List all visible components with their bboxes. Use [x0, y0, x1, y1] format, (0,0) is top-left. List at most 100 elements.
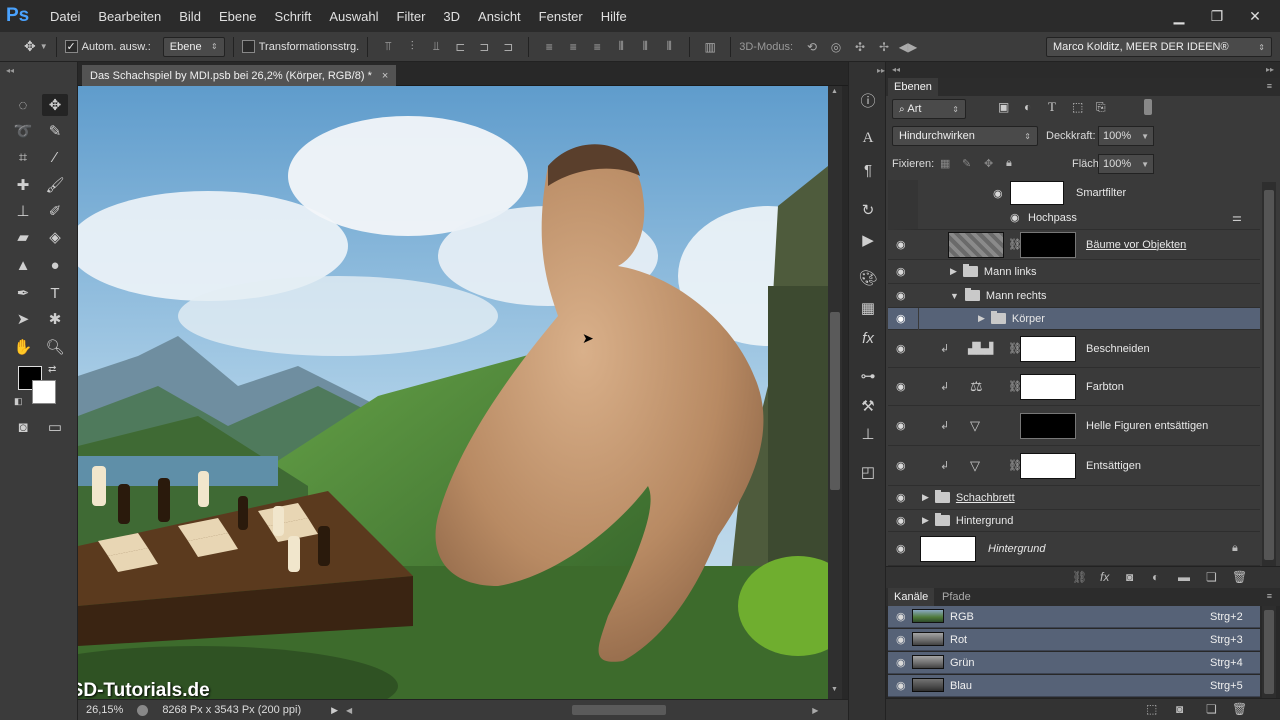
type-tool-icon[interactable]: T	[42, 282, 68, 304]
default-colors-icon[interactable]: ◧	[14, 396, 23, 407]
clone-source-icon[interactable]: ⊥	[858, 424, 878, 444]
layer-row-entsaettigen[interactable]: ◉ ↲ ▽ ⛓ Entsättigen	[888, 446, 1260, 486]
filter-toggle-switch[interactable]	[1144, 99, 1152, 115]
distribute-hcenter-icon[interactable]: ⦀	[636, 39, 654, 55]
layer-row-mann-rechts[interactable]: ◉ ▼ Mann rechts	[888, 284, 1260, 308]
layer-style-icon[interactable]: fx	[1100, 570, 1109, 584]
3d-scale-icon[interactable]: ◀▶	[899, 39, 917, 55]
layer-row-koerper[interactable]: ◉ ▶ Körper	[888, 308, 1260, 330]
collapse-toolbar-icon[interactable]: ◂◂	[6, 66, 14, 75]
eye-icon[interactable]: ◉	[993, 187, 1003, 200]
align-right-icon[interactable]: ⊐	[499, 39, 517, 55]
channel-row-gruen[interactable]: ◉ Grün Strg+4	[888, 652, 1260, 674]
layer-row-helle-figuren[interactable]: ◉ ↲ ▽ Helle Figuren entsättigen	[888, 406, 1260, 446]
styles-panel-icon[interactable]: fx	[858, 328, 878, 348]
3d-rotate-icon[interactable]: ⟲	[803, 39, 821, 55]
3d-slide-icon[interactable]: ✢	[875, 39, 893, 55]
screen-mode-icon[interactable]: ▭	[42, 416, 68, 438]
close-icon[interactable]: ✕	[1240, 6, 1270, 26]
black-white-adjustment-icon[interactable]: ▽	[970, 418, 980, 434]
distribute-vcenter-icon[interactable]: ≡	[564, 39, 582, 55]
auto-select-dropdown[interactable]: Ebene ⇕	[162, 36, 225, 57]
align-top-icon[interactable]: ⫪	[379, 39, 397, 55]
eye-icon[interactable]: ◉	[896, 679, 906, 692]
new-group-icon[interactable]: ▬	[1178, 570, 1190, 584]
dodge-tool-icon[interactable]: ●	[42, 254, 68, 276]
healing-brush-tool-icon[interactable]: ✚	[10, 174, 36, 196]
lock-transparency-icon[interactable]: ▦	[940, 157, 950, 170]
layer-row-hochpass[interactable]: ◉ Hochpass ⚌	[888, 206, 1260, 230]
eye-icon[interactable]: ◉	[896, 342, 906, 355]
expand-triangle-icon[interactable]: ▶	[950, 266, 957, 277]
distribute-top-icon[interactable]: ≡	[540, 39, 558, 55]
color-panel-icon[interactable]: ▦	[858, 298, 878, 318]
tab-kanaele[interactable]: Kanäle	[888, 588, 935, 606]
tool-presets-icon[interactable]: ⚒	[858, 396, 878, 416]
swap-colors-icon[interactable]: ⇄	[48, 364, 56, 375]
filter-shape-icon[interactable]: ⬚	[1072, 100, 1083, 114]
pen-tool-icon[interactable]: ✒	[10, 282, 36, 304]
eye-icon[interactable]: ◉	[896, 419, 906, 432]
layer-row-baeume[interactable]: ◉ ⛓ Bäume vor Objekten	[888, 230, 1260, 260]
eraser-tool-icon[interactable]: ▰	[10, 226, 36, 248]
collapse-strip-icon[interactable]: ▸▸	[877, 66, 885, 75]
eye-icon[interactable]: ◉	[1010, 211, 1020, 224]
move-tool-icon[interactable]: ✥	[42, 94, 68, 116]
layer-mask-thumbnail[interactable]	[1020, 453, 1076, 479]
3d-drag-icon[interactable]: ✣	[851, 39, 869, 55]
filter-adjustment-icon[interactable]: ◐	[1024, 100, 1031, 114]
expand-panels-icon[interactable]: ◂◂	[892, 65, 900, 74]
brush-tool-icon[interactable]: 🖌	[42, 174, 68, 196]
tab-ebenen[interactable]: Ebenen	[888, 78, 938, 96]
crop-tool-icon[interactable]: ⌗	[10, 146, 36, 168]
fill-dropdown-icon[interactable]: ▼	[1141, 160, 1149, 169]
scroll-up-icon[interactable]: ▲	[831, 88, 838, 95]
layer-row-mann-links[interactable]: ◉ ▶ Mann links	[888, 260, 1260, 284]
layer-thumbnail[interactable]	[948, 232, 1004, 258]
new-adjustment-icon[interactable]: ◐	[1152, 570, 1159, 584]
layer-row-farbton[interactable]: ◉ ↲ ⚖ ⛓ Farbton	[888, 368, 1260, 406]
channel-row-rot[interactable]: ◉ Rot Strg+3	[888, 629, 1260, 651]
layer-row-hintergrund-group[interactable]: ◉ ▶ Hintergrund	[888, 510, 1260, 532]
menu-auswahl[interactable]: Auswahl	[329, 9, 378, 24]
eye-icon[interactable]: ◉	[896, 289, 906, 302]
restore-icon[interactable]: ❐	[1202, 6, 1232, 26]
menu-ebene[interactable]: Ebene	[219, 9, 257, 24]
status-menu-arrow-icon[interactable]: ▶	[331, 705, 338, 716]
layer-row-smartfilter[interactable]: ◉ Smartfilter	[888, 180, 1260, 206]
eye-icon[interactable]: ◉	[896, 542, 906, 555]
filter-pixel-icon[interactable]: ▣	[998, 100, 1009, 114]
zoom-level[interactable]: 26,15%	[86, 704, 123, 716]
expand-triangle-icon[interactable]: ▶	[922, 515, 929, 526]
hand-tool-icon[interactable]: ✋	[10, 336, 36, 358]
hscroll-left-icon[interactable]: ◀	[346, 706, 352, 715]
layer-mask-thumbnail[interactable]	[1020, 336, 1076, 362]
filter-type-icon[interactable]: T	[1048, 99, 1056, 115]
distribute-left-icon[interactable]: ⦀	[612, 39, 630, 55]
eye-icon[interactable]: ◉	[896, 265, 906, 278]
layer-row-beschneiden[interactable]: ◉ ↲ ▟▙▟ ⛓ Beschneiden	[888, 330, 1260, 368]
new-channel-icon[interactable]: ❏	[1206, 702, 1217, 716]
layer-mask-thumbnail[interactable]	[1020, 413, 1076, 439]
delete-channel-icon[interactable]: 🗑︎	[1232, 702, 1247, 716]
info-panel-icon[interactable]: ⓘ	[858, 90, 878, 110]
expand-triangle-icon[interactable]: ▶	[922, 492, 929, 503]
minimize-icon[interactable]: ▁	[1164, 6, 1194, 26]
distribute-right-icon[interactable]: ⦀	[660, 39, 678, 55]
eye-icon[interactable]: ◉	[896, 491, 906, 504]
layer-mask-thumbnail[interactable]	[1020, 374, 1076, 400]
black-white-adjustment-icon[interactable]: ▽	[970, 458, 980, 474]
menu-3d[interactable]: 3D	[443, 9, 460, 24]
document-tab[interactable]: Das Schachspiel by MDI.psb bei 26,2% (Kö…	[82, 65, 397, 86]
filter-smartobject-icon[interactable]: ⎘	[1096, 100, 1106, 115]
save-selection-icon[interactable]: ◙	[1176, 702, 1183, 716]
link-layers-icon[interactable]: ⛓	[1072, 570, 1087, 584]
layer-filter-dropdown[interactable]: ⌕ Art ⇕	[892, 99, 966, 119]
menu-fenster[interactable]: Fenster	[539, 9, 583, 24]
eye-icon[interactable]: ◉	[896, 459, 906, 472]
eye-icon[interactable]: ◉	[896, 238, 906, 251]
layers-scroll-thumb[interactable]	[1264, 190, 1274, 560]
opacity-field[interactable]: 100% ▼	[1098, 126, 1154, 146]
add-mask-icon[interactable]: ◙	[1126, 570, 1133, 584]
blur-tool-icon[interactable]: ▲	[10, 254, 36, 276]
